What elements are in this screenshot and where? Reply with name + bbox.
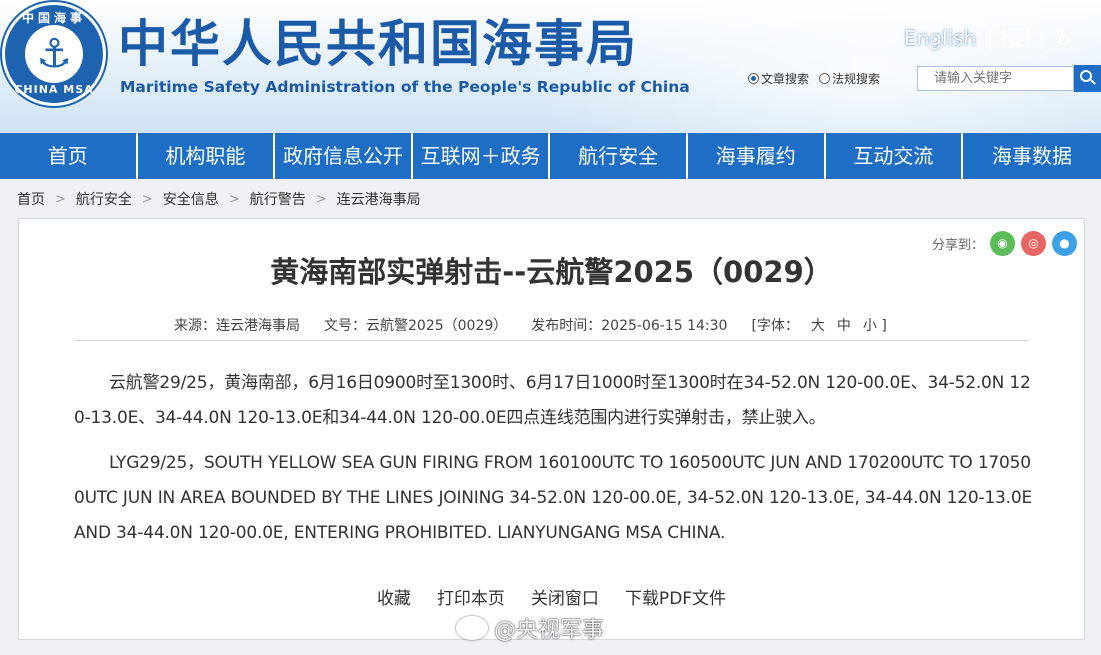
breadcrumb-separator: >	[55, 191, 66, 207]
breadcrumb-separator: >	[141, 191, 153, 207]
site-header: 中国海事 ⚓ CHINA MSA 中华人民共和国海事局 Maritime Saf…	[0, 0, 1101, 133]
breadcrumb: 首页 > 航行安全 > 安全信息 > 航行警告 > 连云港海事局	[17, 189, 421, 209]
article-publish-time: 发布时间：2025-06-15 14:30	[531, 318, 728, 334]
nav-item-interaction[interactable]: 互动交流	[826, 133, 964, 179]
breadcrumb-separator: >	[315, 191, 327, 207]
breadcrumb-item[interactable]: 首页	[17, 189, 45, 209]
nav-item-convention[interactable]: 海事履约	[688, 133, 826, 179]
nav-item-home[interactable]: 首页	[0, 133, 138, 179]
top-link-separator: |	[1038, 26, 1046, 50]
font-size-large-button[interactable]: 大	[811, 315, 825, 334]
nav-item-navigation-safety[interactable]: 航行安全	[550, 133, 688, 179]
article-source: 来源：连云港海事局	[174, 318, 300, 334]
article-body-cn: 云航警29/25，黄海南部，6月16日0900时至1300时、6月17日1000…	[74, 373, 1031, 428]
print-link[interactable]: 打印本页	[437, 584, 505, 609]
breadcrumb-item[interactable]: 连云港海事局	[337, 189, 421, 209]
close-window-link[interactable]: 关闭窗口	[531, 584, 599, 609]
logo-emblem: ⚓	[25, 25, 83, 83]
search-option-articles[interactable]: 文章搜索	[748, 70, 809, 87]
article-doc-no: 文号：云航警2025（0029）	[324, 318, 508, 334]
english-link[interactable]: English	[904, 26, 976, 50]
article-body-en: LYG29/25，SOUTH YELLOW SEA GUN FIRING FRO…	[74, 453, 1033, 543]
font-size-medium-button[interactable]: 中	[837, 315, 851, 334]
search-input[interactable]	[917, 66, 1074, 91]
mail-icon[interactable]	[1002, 29, 1029, 47]
msa-logo[interactable]: 中国海事 ⚓ CHINA MSA	[2, 2, 106, 106]
article-panel: 分享到： ◉ ◎ ● 黄海南部实弹射击--云航警2025（0029） 来源：连云…	[18, 218, 1085, 640]
nav-item-functions[interactable]: 机构职能	[138, 133, 276, 179]
main-nav: 首页 机构职能 政府信息公开 互联网＋政务 航行安全 海事履约 互动交流 海事数…	[0, 133, 1101, 179]
search-icon-handle	[1090, 79, 1096, 85]
font-size-small-button[interactable]: 小 ]	[863, 315, 887, 334]
nav-item-internet-gov[interactable]: 互联网＋政务	[413, 133, 551, 179]
font-size-controls: [字体： 大 中 小 ]	[751, 315, 887, 334]
site-title-cn: 中华人民共和国海事局	[118, 15, 638, 73]
font-size-label: [字体：	[751, 318, 799, 334]
search-option-articles-label: 文章搜索	[761, 71, 810, 86]
search-option-regulations[interactable]: 法规搜索	[819, 70, 880, 87]
nav-item-data[interactable]: 海事数据	[963, 133, 1101, 179]
article-actions: 收藏 打印本页 关闭窗口 下载PDF文件	[19, 584, 1084, 609]
top-link-separator: |	[986, 26, 993, 50]
watermark: @央视军事	[456, 611, 604, 645]
top-links: English | | ♿	[904, 24, 1075, 52]
search-option-regulations-label: 法规搜索	[832, 71, 881, 86]
breadcrumb-item[interactable]: 航行安全	[76, 189, 132, 209]
site-title-en: Maritime Safety Administration of the Pe…	[120, 78, 690, 96]
article-meta: 来源：连云港海事局 文号：云航警2025（0029） 发布时间：2025-06-…	[174, 315, 887, 334]
accessibility-icon[interactable]: ♿	[1056, 26, 1076, 51]
breadcrumb-item[interactable]: 安全信息	[163, 189, 219, 209]
radio-unchecked-icon[interactable]	[819, 72, 831, 84]
search-button[interactable]	[1074, 65, 1101, 92]
logo-ring-text-top: 中国海事	[21, 11, 86, 25]
logo-ring-text-bottom: CHINA MSA	[14, 83, 94, 96]
favorite-link[interactable]: 收藏	[377, 584, 411, 609]
radio-checked-icon[interactable]	[748, 72, 759, 84]
watermark-text: @央视军事	[494, 618, 605, 643]
weibo-watermark-icon	[456, 616, 488, 640]
nav-item-gov-info[interactable]: 政府信息公开	[275, 133, 413, 179]
meta-divider	[74, 340, 1029, 341]
search-type-options: 文章搜索 法规搜索	[748, 70, 880, 86]
download-pdf-link[interactable]: 下载PDF文件	[625, 584, 726, 609]
breadcrumb-item[interactable]: 航行警告	[250, 189, 306, 209]
breadcrumb-separator: >	[228, 191, 240, 207]
anchor-icon: ⚓	[36, 31, 72, 77]
article-title: 黄海南部实弹射击--云航警2025（0029）	[270, 255, 833, 289]
